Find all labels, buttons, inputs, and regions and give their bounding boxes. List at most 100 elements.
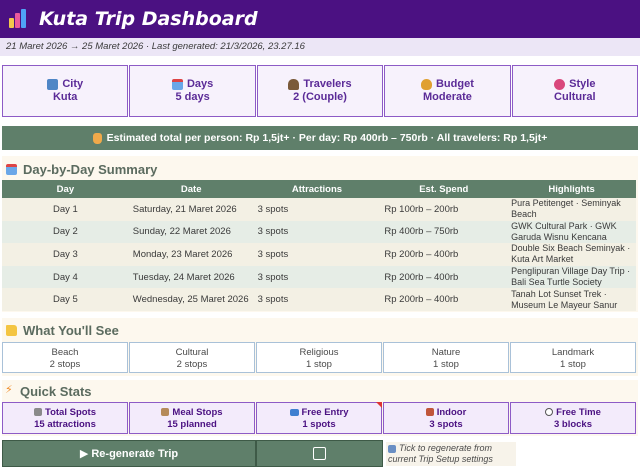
cell-spend: Rp 200rb – 400rb xyxy=(380,243,508,266)
stat-label-text: Meal Stops xyxy=(172,407,223,418)
stat-label: Meal Stops xyxy=(130,407,254,418)
stat-label-text: Free Time xyxy=(556,407,601,418)
cell-day: Day 2 xyxy=(2,220,129,244)
category-label: Nature xyxy=(431,347,461,358)
cell-highlights: Double Six Beach Seminyak · Kuta Art Mar… xyxy=(507,243,636,266)
stat-total-spots: Total Spots 15 attractions xyxy=(2,402,128,434)
category-label: Beach xyxy=(51,347,79,358)
cell-date: Monday, 23 Maret 2026 xyxy=(128,243,254,266)
category-count: 2 stops xyxy=(176,359,208,370)
column-header-highlights: Highlights xyxy=(507,180,636,198)
stat-indoor: Indoor 3 spots xyxy=(383,402,509,434)
table-row: Day 1 Saturday, 21 Maret 2026 3 spots Rp… xyxy=(2,198,636,221)
cell-attractions: 3 spots xyxy=(253,265,381,289)
column-header-attractions: Attractions xyxy=(253,180,381,198)
day-summary-heading: Day-by-Day Summary xyxy=(6,162,157,177)
category-card-cultural: Cultural 2 stops xyxy=(129,342,255,373)
stat-label: Free Entry xyxy=(257,407,381,418)
column-header-day: Day xyxy=(2,180,129,198)
cell-highlights: Tanah Lot Sunset Trek · Museum Le Mayeur… xyxy=(507,288,636,311)
table-header-row: Day Date Attractions Est. Spend Highligh… xyxy=(2,180,636,198)
regenerate-checkbox-button[interactable] xyxy=(256,440,383,467)
stat-value: 3 spots xyxy=(429,419,463,430)
stat-value: 3 blocks xyxy=(553,419,593,430)
style-value: Cultural xyxy=(554,91,596,103)
cell-highlights: GWK Cultural Park · GWK Garuda Wisnu Ken… xyxy=(507,220,636,244)
regenerate-hint: Tick to regenerate from current Trip Set… xyxy=(386,442,516,466)
category-label: Cultural xyxy=(175,347,209,358)
quick-stats-cards: Total Spots 15 attractions Meal Stops 15… xyxy=(2,402,636,434)
folder-icon xyxy=(6,325,17,336)
ticket-icon xyxy=(289,408,299,416)
clock-icon xyxy=(545,408,554,417)
style-card: Style Cultural xyxy=(511,65,639,117)
travelers-icon xyxy=(288,78,300,90)
stat-label-text: Total Spots xyxy=(44,407,97,418)
travelers-label: Travelers xyxy=(303,78,352,90)
day-summary-table: Day Date Attractions Est. Spend Highligh… xyxy=(2,180,636,311)
travelers-card: Travelers 2 (Couple) xyxy=(256,65,384,117)
cell-day: Day 5 xyxy=(2,288,129,311)
table-row: Day 2 Sunday, 22 Maret 2026 3 spots Rp 4… xyxy=(2,220,636,244)
cell-attractions: 3 spots xyxy=(253,288,381,311)
category-cards: Beach 2 stops Cultural 2 stops Religious… xyxy=(2,342,636,373)
regenerate-label: ▶ Re-generate Trip xyxy=(79,448,179,460)
budget-value: Moderate xyxy=(422,91,472,103)
info-icon xyxy=(388,444,396,453)
category-count: 2 stops xyxy=(49,359,81,370)
budget-label: Budget xyxy=(435,78,474,90)
money-bag-icon xyxy=(92,132,102,144)
cell-spend: Rp 400rb – 750rb xyxy=(380,220,508,244)
city-card: City Kuta xyxy=(2,65,129,117)
cell-date: Saturday, 21 Maret 2026 xyxy=(128,198,254,221)
calendar-icon xyxy=(6,164,17,175)
cell-date: Wednesday, 25 Maret 2026 xyxy=(128,288,254,311)
indoor-icon xyxy=(425,408,434,417)
stat-value: 1 spots xyxy=(302,419,336,430)
category-count: 1 stop xyxy=(306,359,332,370)
cell-day: Day 3 xyxy=(2,243,129,266)
bar-chart-icon xyxy=(8,8,30,30)
cell-date: Sunday, 22 Maret 2026 xyxy=(128,220,254,244)
stat-value: 15 attractions xyxy=(34,419,96,430)
table-row: Day 5 Wednesday, 25 Maret 2026 3 spots R… xyxy=(2,288,636,311)
estimate-text: Estimated total per person: Rp 1,5jt+ · … xyxy=(106,132,548,144)
category-label: Religious xyxy=(299,347,339,358)
column-header-spend: Est. Spend xyxy=(380,180,508,198)
cell-day: Day 4 xyxy=(2,265,129,289)
cell-spend: Rp 200rb – 400rb xyxy=(380,288,508,311)
style-label: Style xyxy=(569,78,596,90)
stat-label: Indoor xyxy=(384,407,508,418)
hint-text: Tick to regenerate from current Trip Set… xyxy=(388,443,493,464)
stat-free-time: Free Time 3 blocks xyxy=(510,402,636,434)
travelers-value: 2 (Couple) xyxy=(293,91,347,103)
category-count: 1 stop xyxy=(433,359,459,370)
category-card-nature: Nature 1 stop xyxy=(383,342,509,373)
column-header-date: Date xyxy=(128,180,254,198)
regenerate-trip-button[interactable]: ▶ Re-generate Trip xyxy=(2,440,256,467)
stat-value: 15 planned xyxy=(167,419,217,430)
table-row: Day 3 Monday, 23 Maret 2026 3 spots Rp 2… xyxy=(2,243,636,266)
stat-meal-stops: Meal Stops 15 planned xyxy=(129,402,255,434)
stat-free-entry: Free Entry 1 spots xyxy=(256,402,382,434)
meal-icon xyxy=(161,408,170,417)
days-value: 5 days xyxy=(175,91,210,103)
calendar-icon xyxy=(171,78,183,90)
city-label: City xyxy=(62,78,84,90)
category-card-landmark: Landmark 1 stop xyxy=(510,342,636,373)
corner-flag-icon xyxy=(376,402,382,408)
regenerate-checkbox[interactable] xyxy=(313,447,326,460)
date-range-subtitle: 21 Maret 2026 → 25 Maret 2026 · Last gen… xyxy=(0,38,640,56)
cell-attractions: 3 spots xyxy=(253,220,381,244)
lightning-icon xyxy=(5,383,14,397)
estimate-banner: Estimated total per person: Rp 1,5jt+ · … xyxy=(2,126,638,150)
palette-icon xyxy=(554,78,566,90)
stat-label-text: Indoor xyxy=(436,407,467,418)
days-card: Days 5 days xyxy=(129,65,256,117)
cell-highlights: Pura Petitenget · Seminyak Beach xyxy=(507,198,636,221)
cell-attractions: 3 spots xyxy=(253,198,381,221)
stat-label: Total Spots xyxy=(3,407,127,418)
stat-label-text: Free Entry xyxy=(301,407,349,418)
city-icon xyxy=(47,78,59,90)
table-row: Day 4 Tuesday, 24 Maret 2026 3 spots Rp … xyxy=(2,265,636,289)
